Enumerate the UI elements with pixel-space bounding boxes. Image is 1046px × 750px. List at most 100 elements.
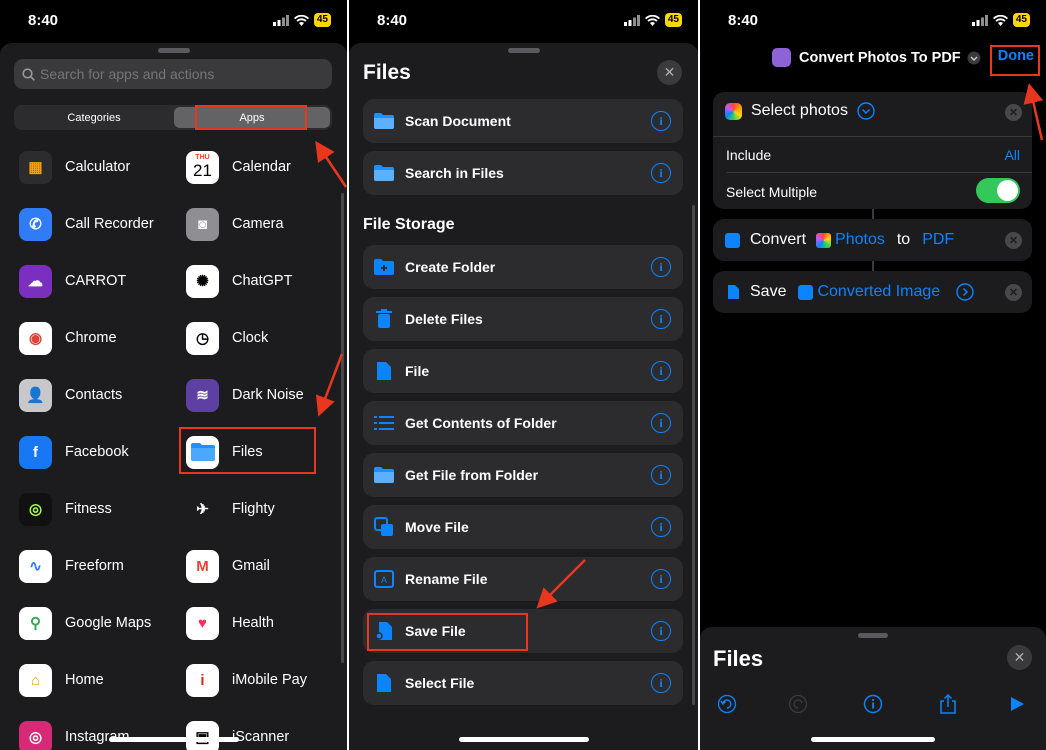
- info-icon[interactable]: i: [651, 361, 671, 381]
- search-bar[interactable]: [14, 59, 332, 89]
- info-icon[interactable]: i: [651, 517, 671, 537]
- calendar-date: 21: [193, 161, 212, 180]
- call-recorder-icon: ✆: [19, 207, 52, 241]
- expand-chevron-icon[interactable]: [956, 283, 974, 301]
- status-icons: 45: [971, 13, 1030, 27]
- action-file[interactable]: File i: [363, 349, 683, 393]
- highlight-files-app: [179, 427, 316, 474]
- app-item-fitness[interactable]: ◎ Fitness: [19, 489, 112, 529]
- info-icon[interactable]: i: [651, 309, 671, 329]
- app-item-camera[interactable]: ◙ Camera: [186, 204, 284, 244]
- section-header-file-storage: File Storage: [363, 216, 455, 233]
- action-label: Create Folder: [405, 259, 496, 275]
- action-get-contents-of-folder[interactable]: Get Contents of Folder i: [363, 401, 683, 445]
- battery-icon: 45: [664, 13, 682, 27]
- app-item-google-maps[interactable]: ⚲ Google Maps: [19, 603, 151, 643]
- trash-icon: [372, 307, 396, 331]
- action-create-folder[interactable]: Create Folder i: [363, 245, 683, 289]
- app-label: iMobile Pay: [232, 672, 307, 688]
- status-time: 8:40: [377, 12, 408, 29]
- photos-variable-icon: [816, 232, 832, 248]
- highlight-apps-tab: [195, 105, 307, 130]
- info-icon[interactable]: i: [651, 111, 671, 131]
- convert-action[interactable]: Convert Photos to PDF ✕: [713, 219, 1032, 261]
- expand-chevron-icon[interactable]: [857, 102, 875, 120]
- close-button[interactable]: ✕: [657, 60, 682, 85]
- sheet-grabber[interactable]: [157, 48, 190, 53]
- app-label: Contacts: [65, 387, 123, 403]
- action-move-file[interactable]: Move File i: [363, 505, 683, 549]
- app-label: Clock: [232, 330, 269, 346]
- action-scan-document[interactable]: Scan Document i: [363, 99, 683, 143]
- remove-action-icon[interactable]: ✕: [1005, 284, 1022, 301]
- photos-variable-chip[interactable]: Photos: [816, 231, 885, 249]
- pdf-format-chip[interactable]: PDF: [922, 231, 954, 249]
- app-label: Google Maps: [65, 615, 152, 631]
- save-action[interactable]: Save Converted Image ✕: [713, 271, 1032, 313]
- folder-icon: [372, 463, 396, 487]
- sheet-grabber[interactable]: [507, 48, 540, 53]
- app-item-contacts[interactable]: 👤 Contacts: [19, 375, 122, 415]
- app-item-call-recorder[interactable]: ✆ Call Recorder: [19, 204, 154, 244]
- gmail-icon: M: [186, 549, 219, 583]
- action-select-file[interactable]: Select File i: [363, 661, 683, 705]
- select-photos-label: Select photos: [751, 102, 848, 119]
- info-icon[interactable]: i: [651, 163, 671, 183]
- app-item-gmail[interactable]: M Gmail: [186, 546, 270, 586]
- action-get-file-from-folder[interactable]: Get File from Folder i: [363, 453, 683, 497]
- action-rename-file[interactable]: A Rename File i: [363, 557, 683, 601]
- search-input[interactable]: [40, 66, 320, 82]
- info-icon[interactable]: i: [651, 621, 671, 641]
- app-item-calculator[interactable]: ▦ Calculator: [19, 147, 130, 187]
- app-item-iscanner[interactable]: ▣ iScanner: [186, 717, 289, 750]
- info-icon[interactable]: i: [651, 673, 671, 693]
- info-icon[interactable]: i: [651, 569, 671, 589]
- redo-button[interactable]: [787, 693, 809, 715]
- workflow-title-menu[interactable]: Convert Photos To PDF: [772, 48, 981, 67]
- info-icon[interactable]: i: [651, 413, 671, 433]
- app-item-clock[interactable]: ◷ Clock: [186, 318, 268, 358]
- app-item-chrome[interactable]: ◉ Chrome: [19, 318, 117, 358]
- app-item-imobile-pay[interactable]: i iMobile Pay: [186, 660, 307, 700]
- app-item-freeform[interactable]: ∿ Freeform: [19, 546, 124, 586]
- action-label: File: [405, 363, 430, 379]
- include-value[interactable]: All: [1004, 147, 1020, 163]
- app-label: Chrome: [65, 330, 117, 346]
- converted-image-chip[interactable]: Converted Image: [798, 283, 940, 301]
- info-icon[interactable]: i: [651, 257, 671, 277]
- scrollbar[interactable]: [341, 193, 344, 663]
- segment-categories[interactable]: Categories: [16, 107, 172, 128]
- app-item-instagram[interactable]: ◎ Instagram: [19, 717, 129, 750]
- app-label: ChatGPT: [232, 273, 293, 289]
- info-button[interactable]: [862, 693, 884, 715]
- close-icon: ✕: [663, 64, 676, 80]
- app-item-calendar[interactable]: THU 21 Calendar: [186, 147, 291, 187]
- close-icon: ✕: [1013, 649, 1026, 665]
- select-photos-action[interactable]: Select photos ✕ Include All Select Multi…: [713, 92, 1032, 209]
- app-item-home[interactable]: ⌂ Home: [19, 660, 104, 700]
- shortcuts-app-icon: [772, 48, 791, 67]
- app-item-facebook[interactable]: f Facebook: [19, 432, 129, 472]
- app-label: Camera: [232, 216, 284, 232]
- action-delete-files[interactable]: Delete Files i: [363, 297, 683, 341]
- app-item-chatgpt[interactable]: ✺ ChatGPT: [186, 261, 292, 301]
- action-label: Move File: [405, 519, 469, 535]
- remove-action-icon[interactable]: ✕: [1005, 232, 1022, 249]
- files-bottom-sheet: Files ✕: [700, 627, 1046, 750]
- app-item-carrot[interactable]: ☁ CARROT: [19, 261, 126, 301]
- undo-button[interactable]: [716, 693, 738, 715]
- info-icon[interactable]: i: [651, 465, 671, 485]
- app-item-dark-noise[interactable]: ≋ Dark Noise: [186, 375, 304, 415]
- app-item-health[interactable]: ♥ Health: [186, 603, 274, 643]
- toggle-knob: [997, 180, 1018, 201]
- scrollbar[interactable]: [692, 205, 695, 705]
- select-multiple-toggle[interactable]: [976, 178, 1020, 203]
- close-button[interactable]: ✕: [1007, 645, 1032, 670]
- run-button[interactable]: [1006, 693, 1028, 715]
- sheet-grabber[interactable]: [858, 633, 888, 638]
- home-icon: ⌂: [19, 663, 52, 697]
- app-item-flighty[interactable]: ✈ Flighty: [186, 489, 275, 529]
- share-button[interactable]: [937, 693, 959, 715]
- remove-action-icon[interactable]: ✕: [1005, 104, 1022, 121]
- action-search-in-files[interactable]: Search in Files i: [363, 151, 683, 195]
